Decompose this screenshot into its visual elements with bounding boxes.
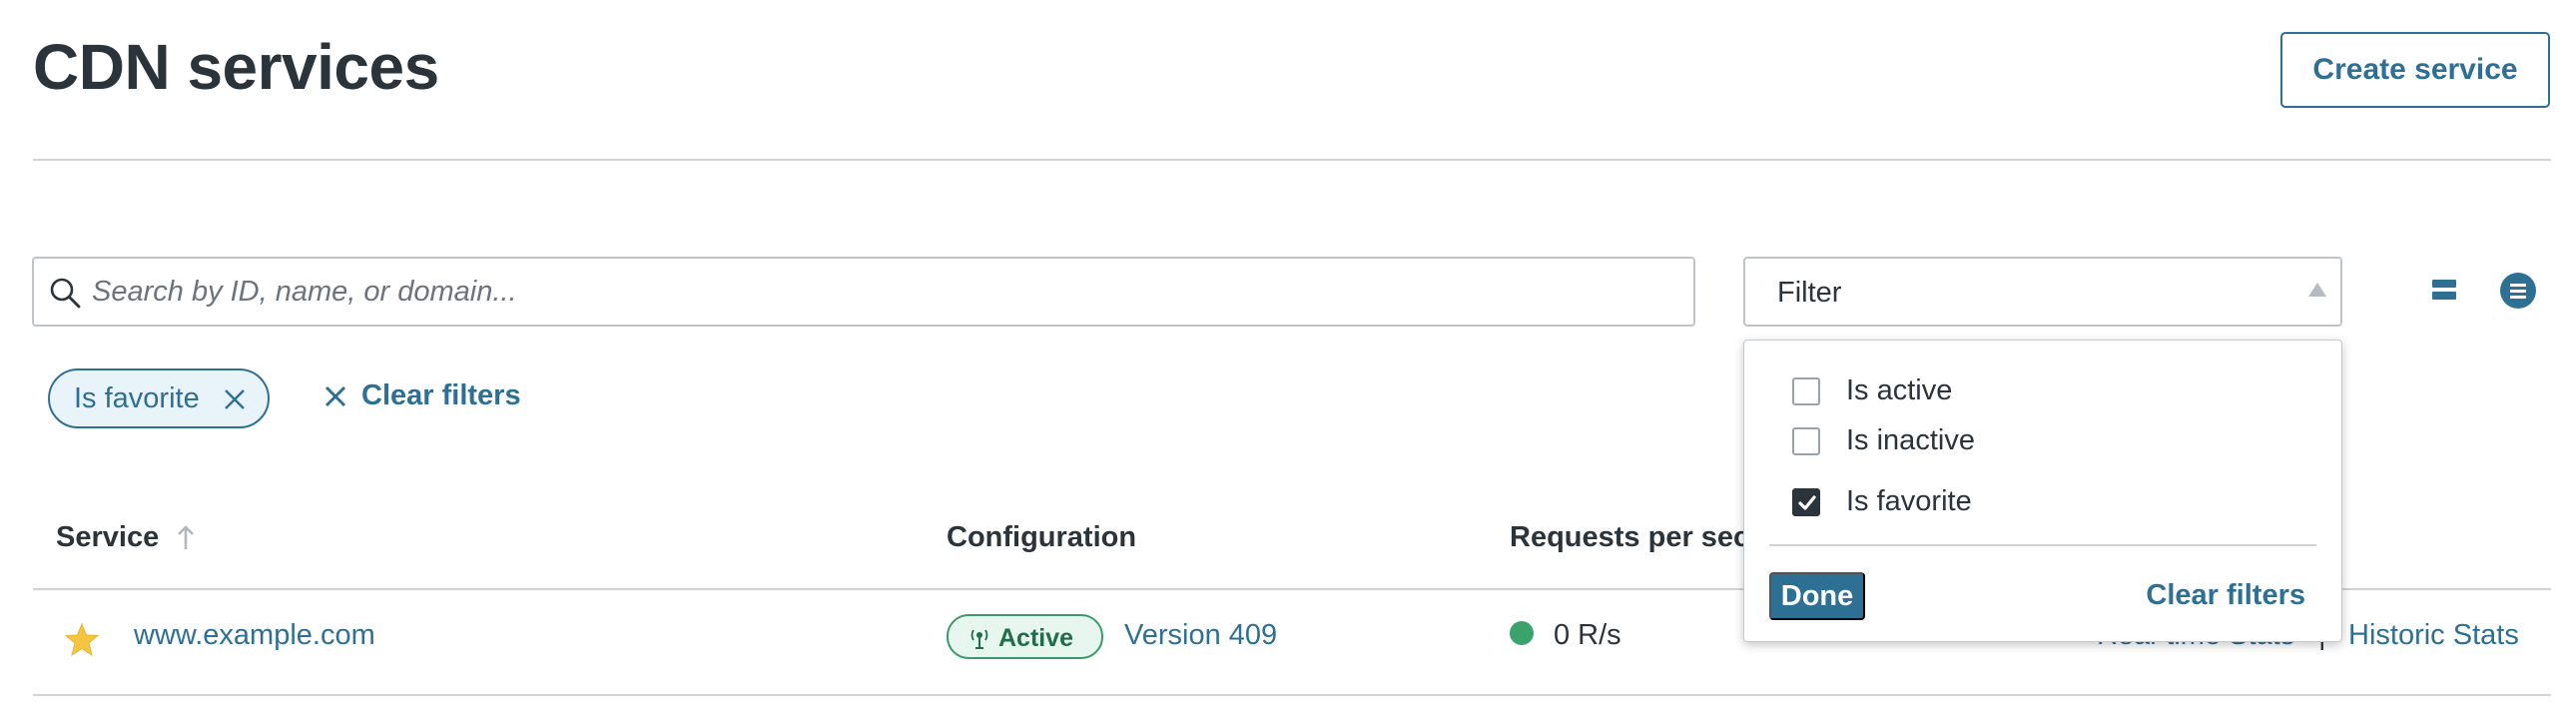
sort-arrow-up-icon[interactable] bbox=[176, 523, 196, 551]
caret-up-icon bbox=[2308, 283, 2326, 297]
filter-dropdown: Is active Is inactive Is favorite Done C… bbox=[1743, 340, 2342, 642]
filter-chip-label: Is favorite bbox=[74, 381, 200, 414]
header-divider bbox=[33, 159, 2551, 161]
done-button[interactable]: Done bbox=[1769, 572, 1865, 620]
clear-filters-label: Clear filters bbox=[361, 379, 521, 411]
table-row-divider bbox=[33, 694, 2551, 696]
star-icon[interactable] bbox=[63, 622, 101, 658]
search-input[interactable] bbox=[92, 267, 1679, 317]
dropdown-divider bbox=[1769, 544, 2316, 546]
checkbox-is-inactive[interactable] bbox=[1792, 426, 1820, 455]
compact-view-icon[interactable] bbox=[2432, 280, 2456, 302]
status-dot bbox=[1510, 621, 1534, 645]
create-service-button[interactable]: Create service bbox=[2280, 32, 2550, 108]
page-title: CDN services bbox=[33, 31, 439, 103]
search-icon bbox=[50, 278, 81, 309]
version-link[interactable]: Version 409 bbox=[1124, 619, 1277, 652]
checkbox-is-active[interactable] bbox=[1792, 376, 1820, 405]
filter-select-label: Filter bbox=[1777, 277, 1842, 309]
dropdown-clear-filters-link[interactable]: Clear filters bbox=[2146, 579, 2305, 612]
search-box[interactable] bbox=[32, 257, 1695, 327]
checkbox-is-favorite[interactable] bbox=[1792, 487, 1820, 516]
clear-filters-link[interactable]: Clear filters bbox=[323, 379, 521, 412]
filter-option-label: Is favorite bbox=[1846, 485, 1972, 517]
filter-chip-is-favorite: Is favorite bbox=[48, 368, 270, 428]
column-header-configuration: Configuration bbox=[947, 521, 1137, 553]
filter-option-is-inactive[interactable]: Is inactive bbox=[1792, 424, 1975, 457]
column-header-service[interactable]: Service bbox=[56, 521, 159, 554]
filter-option-is-active[interactable]: Is active bbox=[1792, 374, 1952, 407]
filter-option-is-favorite[interactable]: Is favorite bbox=[1792, 485, 1972, 518]
status-badge-label: Active bbox=[998, 624, 1074, 652]
filter-select[interactable]: Filter bbox=[1743, 257, 2342, 327]
close-icon[interactable] bbox=[222, 386, 248, 412]
check-icon bbox=[1798, 494, 1816, 510]
filter-option-label: Is active bbox=[1846, 374, 1953, 406]
historic-stats-link[interactable]: Historic Stats bbox=[2348, 619, 2519, 652]
status-badge: Active bbox=[947, 614, 1103, 659]
requests-per-second-value: 0 R/s bbox=[1554, 619, 1621, 651]
active-status-icon bbox=[970, 629, 988, 649]
close-icon bbox=[324, 385, 346, 406]
service-link[interactable]: www.example.com bbox=[134, 619, 375, 652]
list-view-icon[interactable] bbox=[2500, 273, 2536, 309]
filter-option-label: Is inactive bbox=[1846, 424, 1975, 456]
